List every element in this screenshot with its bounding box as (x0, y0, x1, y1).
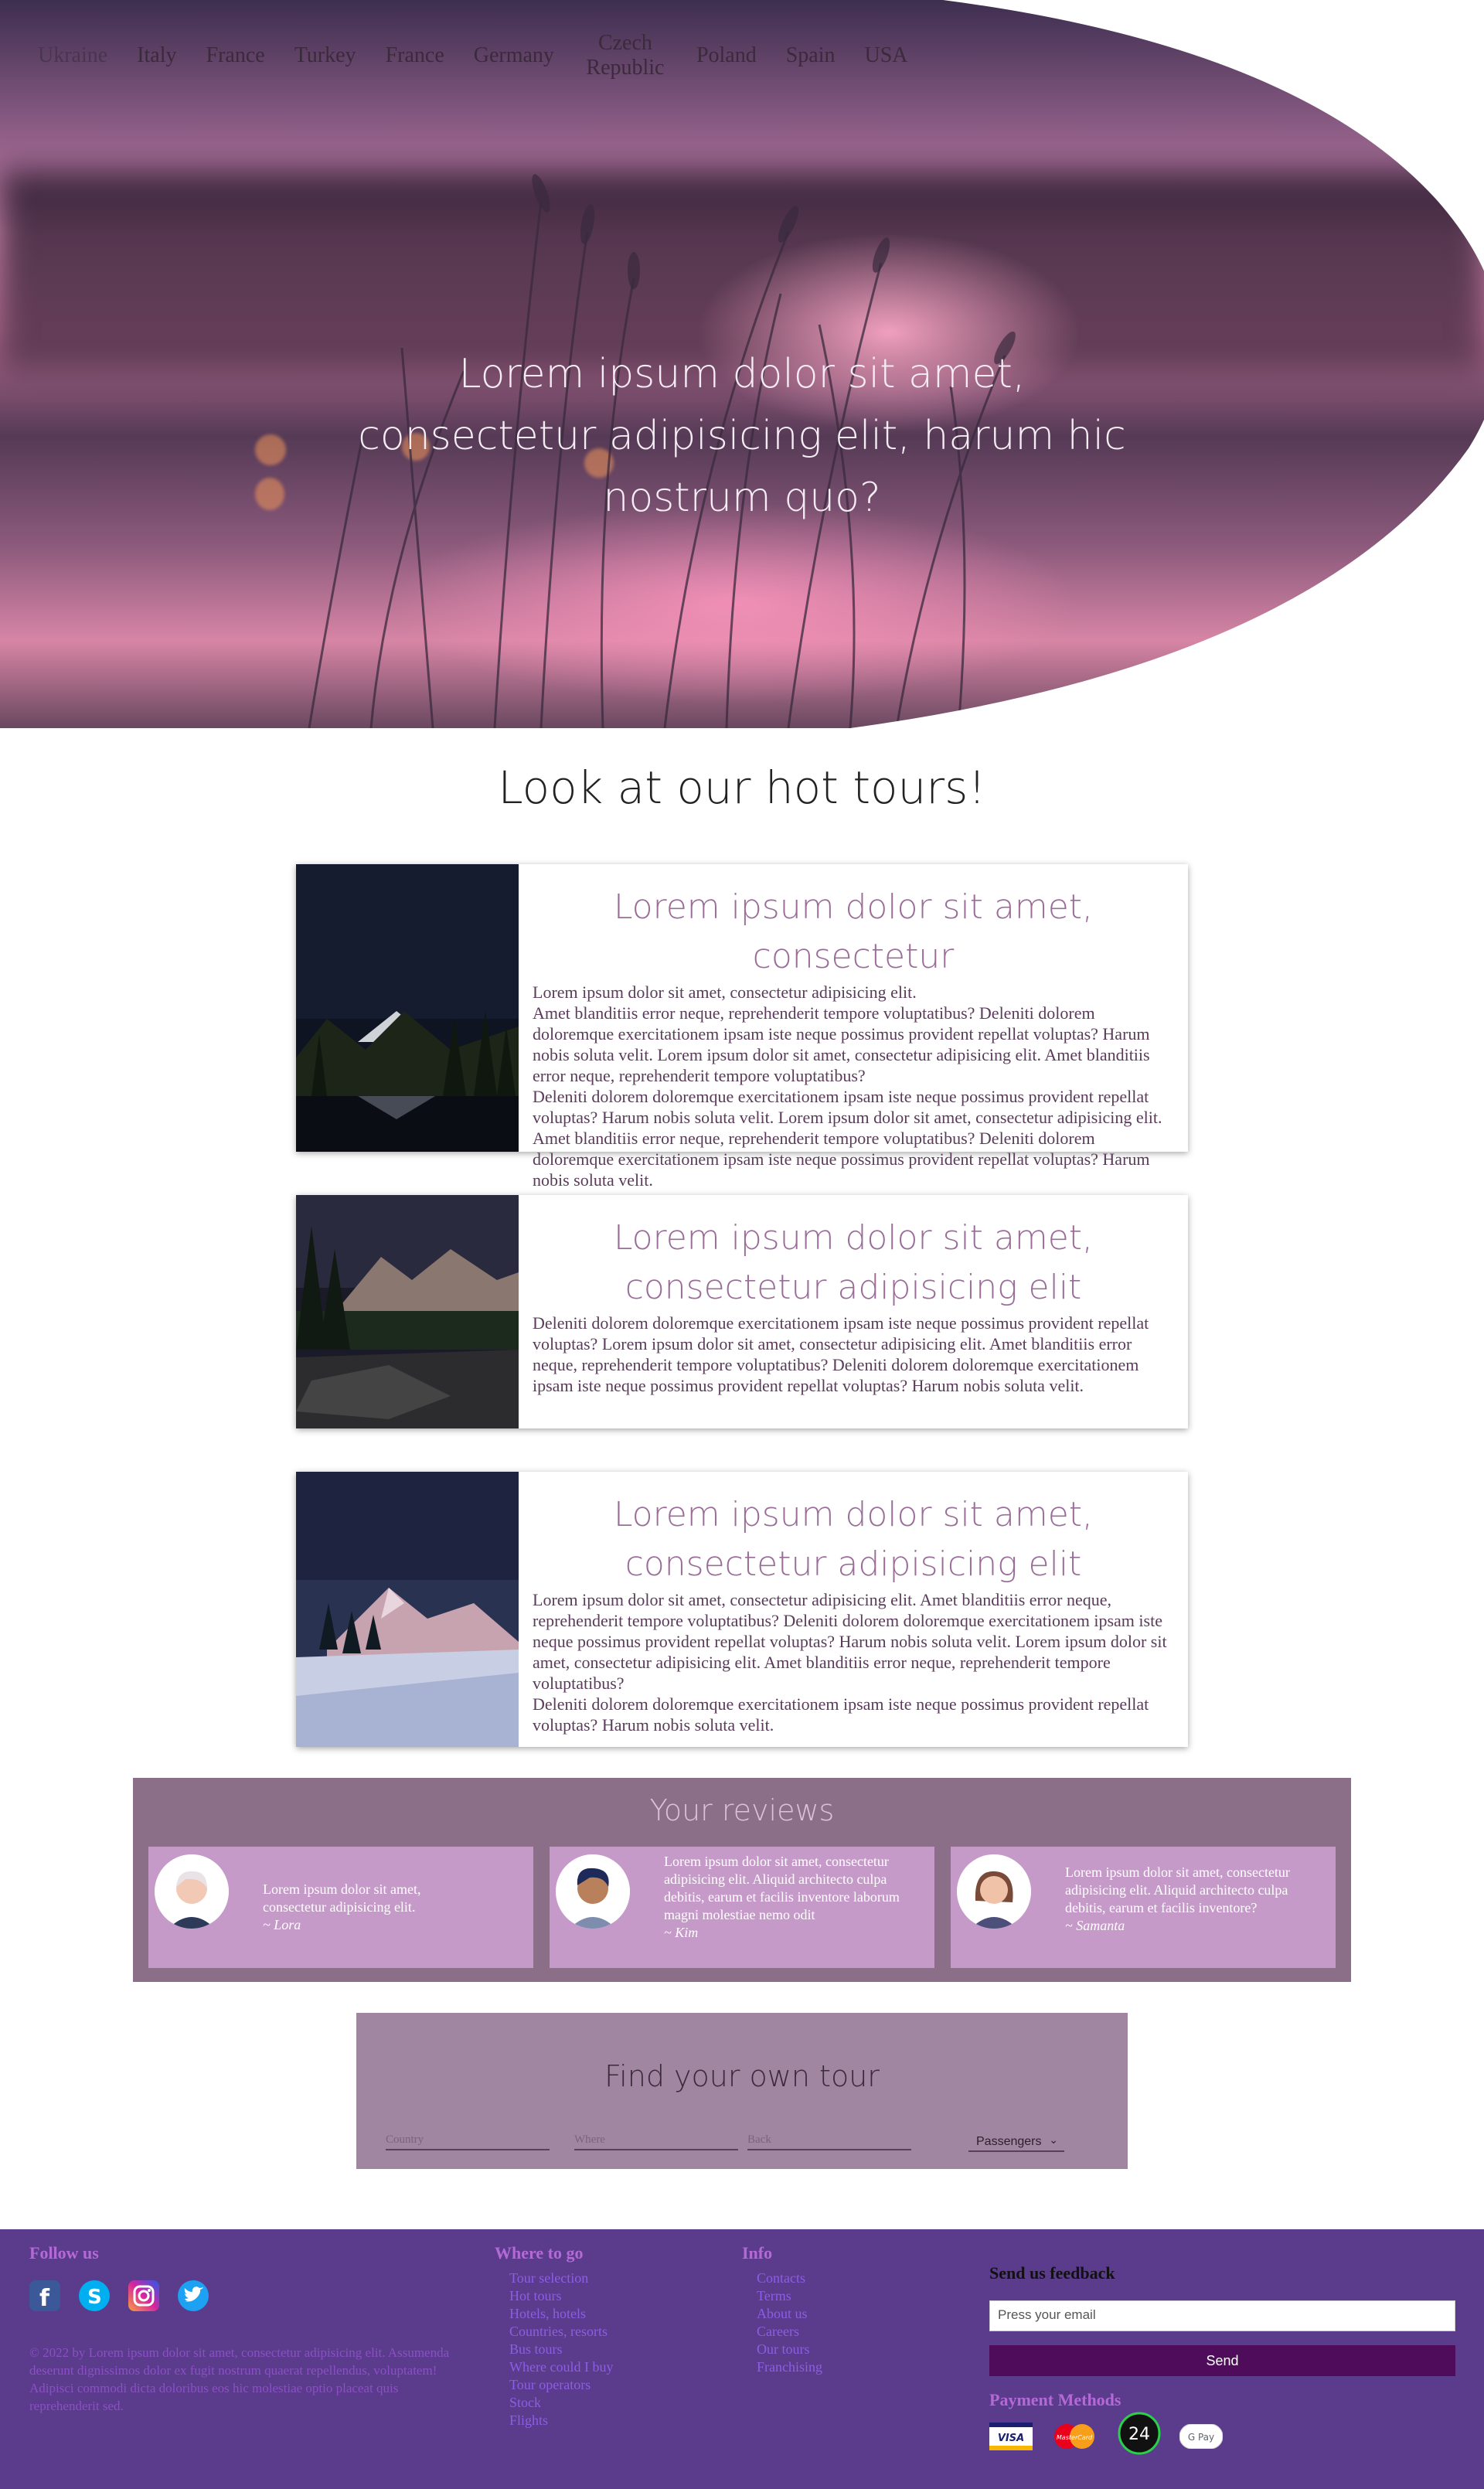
tour-image-night-lake (296, 864, 519, 1152)
hero-title: Lorem ipsum dolor sit amet, consectetur … (358, 351, 1126, 521)
nav-item-usa[interactable]: USA (850, 43, 923, 68)
review-content: Lorem ipsum dolor sit amet, consectetur … (1065, 1864, 1328, 1935)
facebook-icon[interactable]: f (29, 2280, 60, 2312)
review-card: Lorem ipsum dolor sit amet, consectetur … (148, 1847, 533, 1968)
nav-item-france-2[interactable]: France (371, 43, 459, 68)
24-hours-icon: 24 (1118, 2412, 1161, 2459)
nav-item-ukraine[interactable]: Ukraine (23, 43, 122, 68)
svg-text:24: 24 (1128, 2425, 1150, 2444)
footer-link[interactable]: Tour selection (509, 2269, 613, 2287)
svg-text:S: S (87, 2286, 102, 2309)
tour-card[interactable]: Lorem ipsum dolor sit amet, consectetur … (296, 864, 1188, 1190)
footer-link[interactable]: Tour operators (509, 2376, 613, 2394)
svg-text:VISA: VISA (998, 2433, 1024, 2444)
tour-image-mountain-lake (296, 1195, 519, 1428)
tour-card-text: Deleniti dolorem doloremque exercitation… (533, 1313, 1149, 1395)
tour-card-heading: Lorem ipsum dolor sit amet, consectetur … (613, 1218, 1094, 1307)
review-text: Lorem ipsum dolor sit amet, consectetur … (263, 1881, 421, 1915)
avatar (556, 1854, 630, 1929)
tour-card-heading: Lorem ipsum dolor sit amet, consectetur (613, 887, 1094, 976)
avatar (957, 1854, 1031, 1929)
passengers-select[interactable]: Passengers ⌄ (968, 2130, 1064, 2152)
tour-card-body: Lorem ipsum dolor sit amet, consectetur … (533, 1214, 1174, 1396)
footer-link[interactable]: Bus tours (509, 2341, 613, 2358)
nav-item-italy[interactable]: Italy (122, 43, 191, 68)
review-content: Lorem ipsum dolor sit amet, consectetur … (263, 1881, 464, 1934)
svg-text:MasterCard: MasterCard (1057, 2434, 1093, 2441)
follow-us-title: Follow us (29, 2243, 99, 2263)
footer-link[interactable]: Terms (757, 2287, 822, 2305)
nav-item-france[interactable]: France (192, 43, 280, 68)
mastercard-icon: MasterCard (1051, 2423, 1098, 2454)
visa-icon: VISA (989, 2423, 1033, 2454)
find-tour-title: Find your own tour (604, 2059, 880, 2093)
svg-text:f: f (39, 2285, 50, 2311)
nav-item-turkey[interactable]: Turkey (280, 43, 371, 68)
footer-link[interactable]: Flights (509, 2412, 613, 2429)
tour-card[interactable]: Lorem ipsum dolor sit amet, consectetur … (296, 1472, 1188, 1747)
review-author: ~ Samanta (1065, 1918, 1125, 1933)
avatar (155, 1854, 229, 1929)
info-links: Contacts Terms About us Careers Our tour… (757, 2269, 822, 2376)
payment-methods-title: Payment Methods (989, 2390, 1122, 2409)
svg-text:G Pay: G Pay (1188, 2432, 1214, 2443)
review-card: Lorem ipsum dolor sit amet, consectetur … (550, 1847, 934, 1968)
footer-link[interactable]: About us (757, 2305, 822, 2323)
review-card: Lorem ipsum dolor sit amet, consectetur … (951, 1847, 1336, 1968)
footer-link[interactable]: Hotels, hotels (509, 2305, 613, 2323)
skype-icon[interactable]: S (79, 2280, 110, 2311)
chevron-down-icon: ⌄ (1049, 2133, 1058, 2146)
tour-card-body: Lorem ipsum dolor sit amet, consectetur … (533, 883, 1174, 1190)
tour-card[interactable]: Lorem ipsum dolor sit amet, consectetur … (296, 1195, 1188, 1428)
nav-item-germany[interactable]: Germany (459, 43, 569, 68)
tour-card-heading: Lorem ipsum dolor sit amet, consectetur … (613, 1495, 1094, 1584)
copyright-text: © 2022 by Lorem ipsum dolor sit amet, co… (29, 2345, 450, 2413)
footer-link[interactable]: Our tours (757, 2341, 822, 2358)
hero-banner: Ukraine Italy France Turkey France Germa… (0, 0, 1484, 728)
nav-item-poland[interactable]: Poland (682, 43, 771, 68)
twitter-icon[interactable] (178, 2280, 209, 2311)
review-content: Lorem ipsum dolor sit amet, consectetur … (664, 1853, 927, 1942)
find-tour-form: Find your own tour Country Where Back Pa… (356, 2013, 1128, 2169)
tour-card-text: Lorem ipsum dolor sit amet, consectetur … (533, 1590, 1167, 1735)
nav-item-spain[interactable]: Spain (771, 43, 850, 68)
email-field[interactable]: Press your email (989, 2300, 1455, 2331)
review-text: Lorem ipsum dolor sit amet, consectetur … (664, 1854, 900, 1922)
footer-link[interactable]: Franchising (757, 2358, 822, 2376)
hot-tours-title: Look at our hot tours! (498, 761, 986, 814)
footer: Follow us f S © 2022 by Lorem ipsum dolo… (0, 2229, 1484, 2489)
where-to-go-links: Tour selection Hot tours Hotels, hotels … (509, 2269, 613, 2429)
back-input[interactable]: Back (747, 2129, 911, 2150)
footer-link[interactable]: Hot tours (509, 2287, 613, 2305)
reviews-section: Your reviews Lorem ipsum dolor sit amet,… (133, 1778, 1351, 1982)
footer-link[interactable]: Stock (509, 2394, 613, 2412)
social-links: f S (29, 2280, 209, 2312)
send-button[interactable]: Send (989, 2345, 1455, 2376)
country-navigation: Ukraine Italy France Turkey France Germa… (23, 31, 923, 80)
passengers-label: Passengers (976, 2135, 1042, 2148)
footer-link[interactable]: Where could I buy (509, 2358, 613, 2376)
footer-link[interactable]: Careers (757, 2323, 822, 2341)
reviews-title: Your reviews (649, 1793, 835, 1827)
tour-card-body: Lorem ipsum dolor sit amet, consectetur … (533, 1490, 1174, 1735)
footer-link[interactable]: Countries, resorts (509, 2323, 613, 2341)
instagram-icon[interactable] (128, 2280, 159, 2311)
tour-card-text: Lorem ipsum dolor sit amet, consectetur … (533, 982, 1162, 1190)
country-input[interactable]: Country (386, 2129, 550, 2150)
review-text: Lorem ipsum dolor sit amet, consectetur … (1065, 1864, 1290, 1915)
where-input[interactable]: Where (574, 2129, 738, 2150)
info-title: Info (742, 2243, 773, 2263)
review-author: ~ Lora (263, 1917, 301, 1932)
tour-image-snowy-mountain (296, 1472, 519, 1747)
feedback-title: Send us feedback (989, 2263, 1115, 2283)
nav-item-czech-republic[interactable]: Czech Republic (569, 31, 682, 80)
review-author: ~ Kim (664, 1925, 699, 1940)
footer-link[interactable]: Contacts (757, 2269, 822, 2287)
where-to-go-title: Where to go (495, 2243, 584, 2263)
google-pay-icon: G Pay (1179, 2423, 1224, 2453)
